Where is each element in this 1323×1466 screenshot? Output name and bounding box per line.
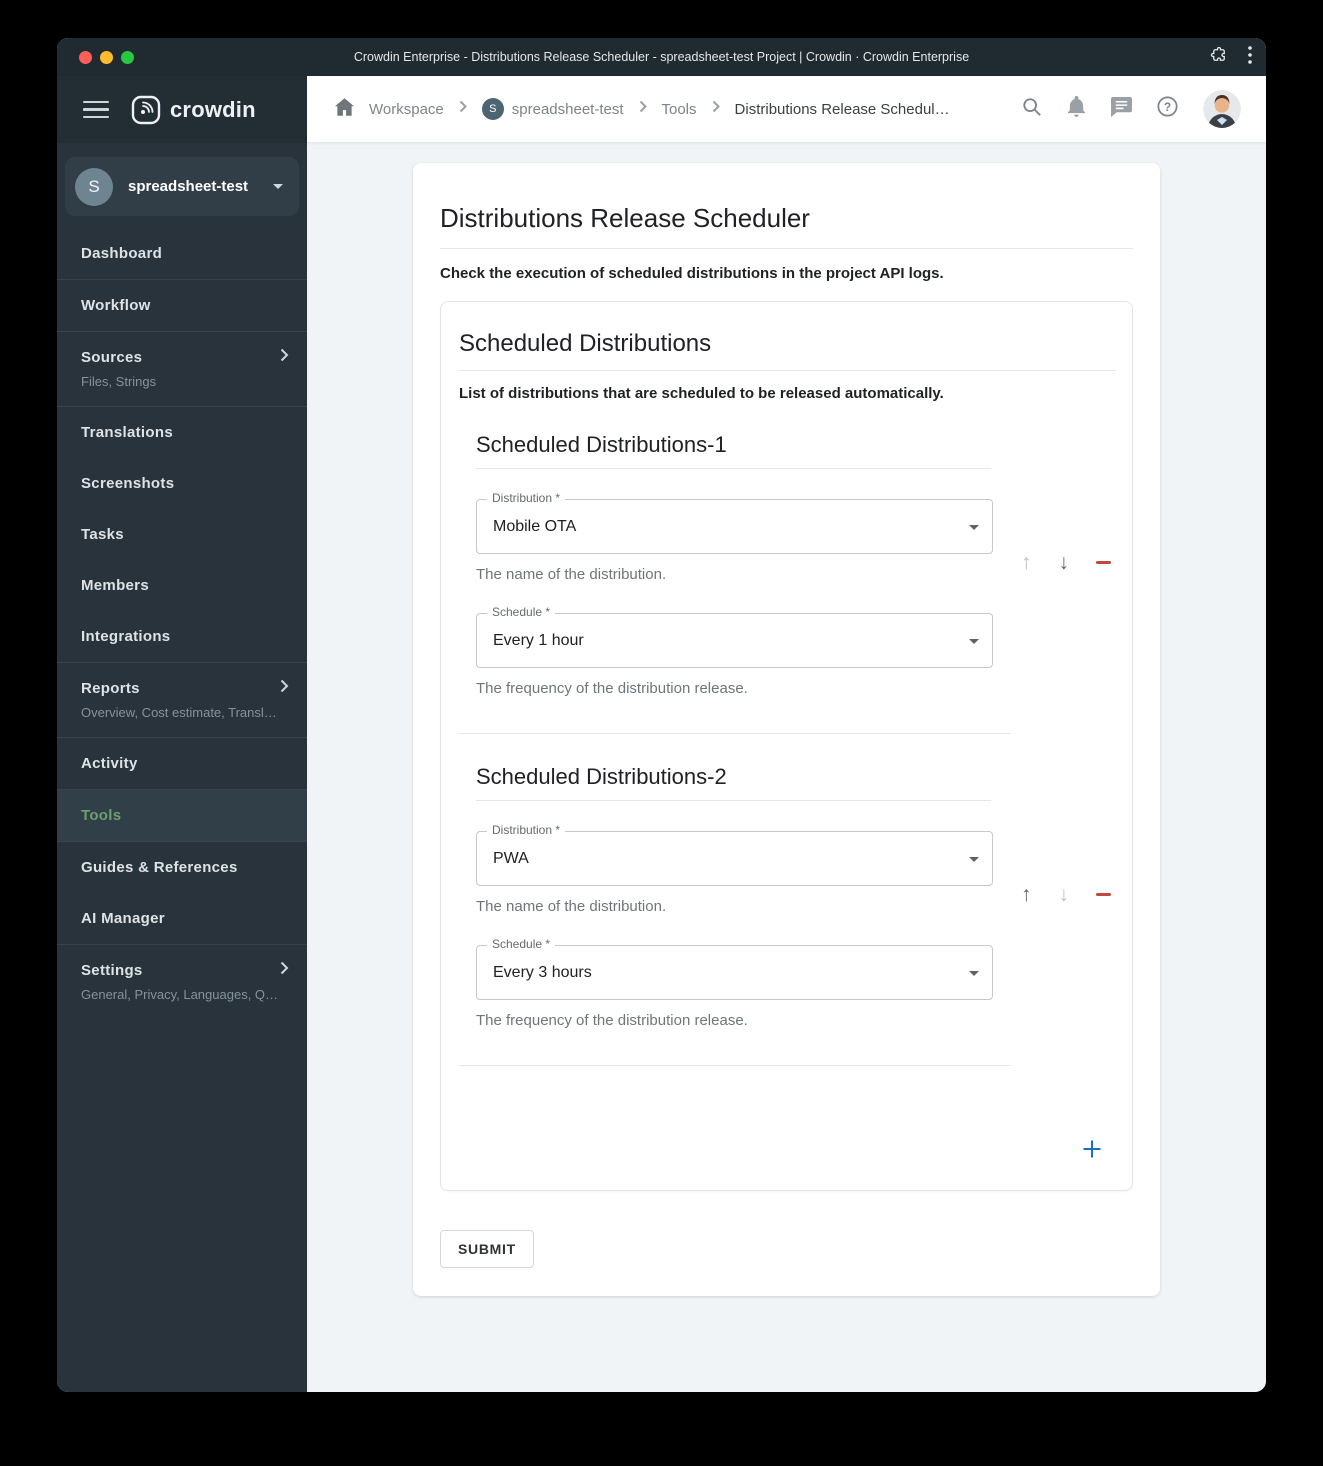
sidebar-item-guides-references[interactable]: Guides & References <box>57 842 307 893</box>
crowdin-logo-text: crowdin <box>170 96 256 122</box>
browser-window: Crowdin Enterprise - Distributions Relea… <box>57 38 1266 1392</box>
page-content: Distributions Release Scheduler Check th… <box>307 143 1266 1392</box>
distribution-value: PWA <box>493 849 529 867</box>
crowdin-logo[interactable]: crowdin <box>131 95 256 125</box>
move-up-button[interactable]: ↑ <box>1021 884 1032 905</box>
sidebar-item-ai-manager[interactable]: AI Manager <box>57 893 307 944</box>
sidebar-header: crowdin <box>57 76 307 143</box>
browser-menu-kebab-icon[interactable] <box>1248 45 1252 69</box>
page-subtitle: Check the execution of scheduled distrib… <box>440 265 944 282</box>
schedule-value: Every 1 hour <box>493 631 584 649</box>
sidebar-item-activity[interactable]: Activity <box>57 738 307 789</box>
distribution-help-text: The name of the distribution. <box>476 566 667 583</box>
crowdin-logo-icon <box>131 95 161 124</box>
breadcrumb-workspace[interactable]: Workspace <box>369 101 444 118</box>
section-title: Scheduled Distributions-1 <box>476 432 991 469</box>
sidebar-item-members[interactable]: Members <box>57 560 307 611</box>
breadcrumb-project[interactable]: S spreadsheet-test <box>481 98 624 120</box>
remove-item-button[interactable] <box>1096 561 1111 564</box>
breadcrumb-tools[interactable]: Tools <box>662 101 697 118</box>
sidebar-item-integrations[interactable]: Integrations <box>57 611 307 662</box>
distribution-label: Distribution * <box>487 491 566 505</box>
distribution-section-2: Scheduled Distributions-2 Distribution *… <box>459 764 1116 1029</box>
search-icon[interactable] <box>1022 97 1042 122</box>
close-window-button[interactable] <box>79 50 92 64</box>
scheduled-distributions-panel: Scheduled Distributions List of distribu… <box>440 301 1133 1191</box>
home-icon[interactable] <box>335 97 354 121</box>
remove-item-button[interactable] <box>1096 893 1111 896</box>
project-switcher[interactable]: S spreadsheet-test <box>65 157 299 216</box>
hamburger-menu-icon[interactable] <box>83 100 109 119</box>
chevron-right-icon <box>459 100 467 118</box>
extensions-puzzle-icon[interactable] <box>1210 46 1228 69</box>
svg-text:?: ? <box>1164 100 1171 114</box>
sidebar-item-translations[interactable]: Translations <box>57 407 307 458</box>
top-navigation-bar: Workspace S spreadsheet-test Tools Distr… <box>307 76 1266 143</box>
sidebar-item-tools[interactable]: Tools <box>57 790 307 841</box>
dropdown-caret-icon <box>969 970 979 976</box>
sidebar-item-tasks[interactable]: Tasks <box>57 509 307 560</box>
page-title: Distributions Release Scheduler <box>440 203 1133 249</box>
plus-icon <box>1083 1140 1101 1158</box>
item-controls: ↑ ↓ <box>1021 552 1111 573</box>
user-avatar[interactable] <box>1203 90 1241 128</box>
move-up-button: ↑ <box>1021 551 1032 574</box>
distribution-select[interactable]: Distribution * Mobile OTA <box>476 491 993 554</box>
chevron-right-icon <box>712 100 720 118</box>
section-divider <box>459 733 1011 734</box>
move-down-button[interactable]: ↓ <box>1059 552 1070 573</box>
distribution-label: Distribution * <box>487 823 566 837</box>
traffic-lights <box>79 38 134 76</box>
help-icon[interactable]: ? <box>1157 96 1178 122</box>
schedule-value: Every 3 hours <box>493 963 592 981</box>
move-down-button: ↓ <box>1058 883 1070 906</box>
chevron-right-icon <box>280 348 289 367</box>
sidebar-nav: Dashboard Workflow Sources Files, String… <box>57 228 307 1019</box>
schedule-select[interactable]: Schedule * Every 1 hour <box>476 605 993 668</box>
project-badge: S <box>481 98 504 120</box>
chevron-right-icon <box>639 100 647 118</box>
distribution-section-1: Scheduled Distributions-1 Distribution *… <box>459 432 1116 697</box>
messages-chat-icon[interactable] <box>1111 96 1132 122</box>
panel-subtitle: List of distributions that are scheduled… <box>459 385 944 402</box>
distribution-help-text: The name of the distribution. <box>476 898 667 915</box>
sidebar-item-dashboard[interactable]: Dashboard <box>57 228 307 279</box>
dropdown-caret-icon <box>969 524 979 530</box>
schedule-label: Schedule * <box>487 937 556 951</box>
sidebar-item-settings[interactable]: Settings General, Privacy, Languages, Q… <box>57 945 307 1019</box>
item-controls: ↑ ↓ <box>1021 884 1111 905</box>
project-name: spreadsheet-test <box>128 178 249 195</box>
sidebar-item-sources[interactable]: Sources Files, Strings <box>57 332 307 406</box>
sidebar: crowdin S spreadsheet-test Dashboard Wor… <box>57 76 307 1392</box>
browser-tab-title: Crowdin Enterprise - Distributions Relea… <box>353 50 970 64</box>
zoom-window-button[interactable] <box>121 50 134 64</box>
sidebar-item-screenshots[interactable]: Screenshots <box>57 458 307 509</box>
schedule-help-text: The frequency of the distribution releas… <box>476 680 748 697</box>
main-column: Workspace S spreadsheet-test Tools Distr… <box>307 76 1266 1392</box>
breadcrumb-current-page: Distributions Release Schedul… <box>734 100 950 118</box>
chevron-down-icon <box>273 184 283 189</box>
section-divider <box>459 1065 1011 1066</box>
dropdown-caret-icon <box>969 638 979 644</box>
scheduler-card: Distributions Release Scheduler Check th… <box>413 163 1160 1296</box>
submit-button[interactable]: SUBMIT <box>440 1230 534 1268</box>
panel-title: Scheduled Distributions <box>459 330 1116 371</box>
distribution-select[interactable]: Distribution * PWA <box>476 823 993 886</box>
minimize-window-button[interactable] <box>100 50 113 64</box>
distribution-value: Mobile OTA <box>493 517 577 535</box>
schedule-select[interactable]: Schedule * Every 3 hours <box>476 937 993 1000</box>
dropdown-caret-icon <box>969 856 979 862</box>
browser-titlebar: Crowdin Enterprise - Distributions Relea… <box>57 38 1266 76</box>
schedule-help-text: The frequency of the distribution releas… <box>476 1012 748 1029</box>
notifications-bell-icon[interactable] <box>1067 96 1086 122</box>
chevron-right-icon <box>280 961 289 980</box>
chevron-right-icon <box>280 679 289 698</box>
breadcrumb: Workspace S spreadsheet-test Tools Distr… <box>335 97 950 121</box>
section-title: Scheduled Distributions-2 <box>476 764 991 801</box>
add-item-button[interactable] <box>1082 1139 1102 1164</box>
schedule-label: Schedule * <box>487 605 556 619</box>
project-avatar: S <box>75 167 113 206</box>
sidebar-item-workflow[interactable]: Workflow <box>57 280 307 331</box>
sidebar-item-reports[interactable]: Reports Overview, Cost estimate, Transl… <box>57 663 307 737</box>
